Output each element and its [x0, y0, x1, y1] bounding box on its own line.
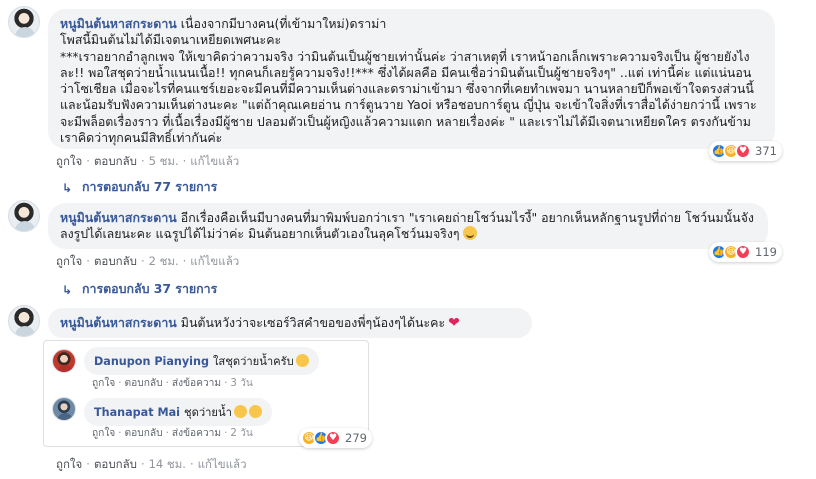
reply-author-name[interactable]: Danupon Pianying: [94, 355, 209, 368]
send-message-link[interactable]: ส่งข้อความ: [172, 378, 221, 389]
reply-actions: ถูกใจ · ตอบกลับ · ส่งข้อความ · 2 วัน: [92, 428, 253, 439]
reply-link[interactable]: ตอบกลับ: [125, 428, 163, 439]
edited-label[interactable]: แก้ไขแล้ว: [190, 154, 239, 168]
view-replies-link[interactable]: ↳ การตอบกลับ 37 รายการ: [62, 280, 217, 299]
reply-text: ชุดว่ายน้ำ: [183, 406, 232, 419]
reaction-summary[interactable]: 👍 😆 ♥ 371: [709, 141, 782, 161]
reply-link[interactable]: ตอบกลับ: [125, 378, 163, 389]
comment-timestamp[interactable]: 14 ชม.: [149, 457, 186, 471]
comment-actions: ถูกใจ · ตอบกลับ · 2 ชม. · แก้ไขแล้ว: [56, 254, 240, 268]
comment-author-name[interactable]: หนูมินต้นหาสกระดาน: [60, 315, 177, 330]
commenter-avatar[interactable]: [8, 200, 40, 232]
reply-timestamp[interactable]: 3 วัน: [230, 378, 252, 389]
reply-arrow-icon: ↳: [62, 282, 73, 297]
reply-author-avatar[interactable]: [52, 397, 76, 421]
comment-author-name[interactable]: หนูมินต้นหาสกระดาน: [60, 210, 177, 225]
like-link[interactable]: ถูกใจ: [92, 378, 115, 389]
comment-bubble: หนูมินต้นหาสกระดาน เนื่องจากมีบางคน(ที่เข…: [48, 9, 775, 149]
love-reaction-icon: ♥: [735, 244, 751, 260]
comment-text-intro: เนื่องจากมีบางคน(ที่เข้ามาใหม่)ดราม่า: [180, 16, 387, 31]
heart-emoji-icon: ❤: [448, 315, 460, 331]
reply-bubble: Thanapat Mai ชุดว่ายน้ำ: [84, 398, 272, 426]
comment-text: มินต้นหวังว่าจะเซอร์วิสคำขอของพี่ๆน้องๆไ…: [180, 315, 446, 330]
comment-text-line: โพสนี้มินต้นไม่ได้มีเจตนาเหยียดเพศนะคะ: [60, 32, 282, 48]
view-replies-label[interactable]: การตอบกลับ 77 รายการ: [82, 178, 217, 197]
laughing-emoji-icon: [295, 354, 309, 367]
reply-author-name[interactable]: Thanapat Mai: [94, 406, 180, 419]
comment-timestamp[interactable]: 2 ชม.: [149, 254, 179, 268]
reply-arrow-icon: ↳: [62, 180, 73, 195]
reply-link[interactable]: ตอบกลับ: [94, 254, 137, 268]
reply-text: ใสชุดว่ายน้ำครับ: [212, 355, 294, 368]
reaction-count: 119: [755, 245, 777, 259]
edited-label[interactable]: แก้ไขแล้ว: [198, 457, 247, 471]
reply-author-avatar[interactable]: [52, 349, 76, 373]
laughing-emoji-icon: [233, 405, 247, 418]
comment-author-name[interactable]: หนูมินต้นหาสกระดาน: [60, 16, 177, 31]
send-message-link[interactable]: ส่งข้อความ: [172, 428, 221, 439]
comment-text-body: ***เราอยากอำลูกเพจ ให้เขาคิดว่าความจริง …: [60, 48, 757, 146]
reaction-count: 279: [345, 431, 367, 445]
like-link[interactable]: ถูกใจ: [56, 457, 82, 471]
comment-bubble: หนูมินต้นหาสกระดาน อีกเรื่องคือเห็นมีบางค…: [48, 203, 768, 249]
laughing-emoji-icon: [248, 405, 262, 418]
reaction-summary[interactable]: 😆 👍 ♥ 279: [299, 428, 372, 448]
reaction-count: 371: [755, 144, 777, 158]
reply-link[interactable]: ตอบกลับ: [94, 457, 137, 471]
comment-actions: ถูกใจ · ตอบกลับ · 14 ชม. · แก้ไขแล้ว: [56, 457, 247, 471]
reply-actions: ถูกใจ · ตอบกลับ · ส่งข้อความ · 3 วัน: [92, 378, 253, 389]
reaction-summary[interactable]: 👍 😆 ♥ 119: [709, 242, 782, 262]
commenter-avatar[interactable]: [8, 6, 40, 38]
love-reaction-icon: ♥: [325, 430, 341, 446]
like-link[interactable]: ถูกใจ: [56, 254, 82, 268]
love-reaction-icon: ♥: [735, 143, 751, 159]
comment-bubble: หนูมินต้นหาสกระดาน มินต้นหวังว่าจะเซอร์วิ…: [48, 308, 532, 338]
like-link[interactable]: ถูกใจ: [92, 428, 115, 439]
commenter-avatar[interactable]: [8, 305, 40, 337]
reply-bubble: Danupon Pianying ใสชุดว่ายน้ำครับ: [84, 347, 319, 375]
reply-timestamp[interactable]: 2 วัน: [230, 428, 252, 439]
view-replies-link[interactable]: ↳ การตอบกลับ 77 รายการ: [62, 178, 217, 197]
like-link[interactable]: ถูกใจ: [56, 154, 82, 168]
smile-emoji-icon: [462, 226, 477, 241]
view-replies-label[interactable]: การตอบกลับ 37 รายการ: [82, 280, 217, 299]
comment-timestamp[interactable]: 5 ชม.: [149, 154, 179, 168]
reply-link[interactable]: ตอบกลับ: [94, 154, 137, 168]
edited-label[interactable]: แก้ไขแล้ว: [190, 254, 239, 268]
comment-actions: ถูกใจ · ตอบกลับ · 5 ชม. · แก้ไขแล้ว: [56, 154, 240, 168]
